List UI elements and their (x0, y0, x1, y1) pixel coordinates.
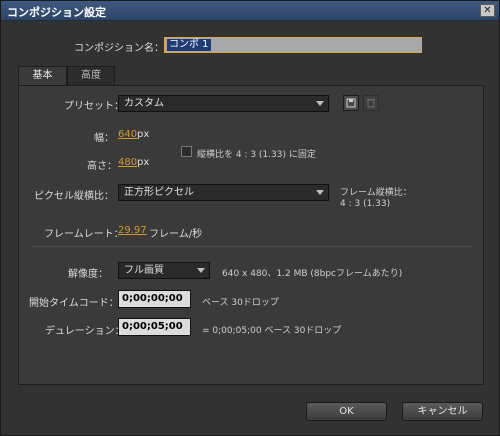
comp-name-label: コンポジション名： (74, 43, 164, 54)
comp-name-input[interactable]: コンポ 1 (164, 37, 422, 53)
resolution-value: フル画質 (124, 265, 164, 276)
lock-aspect-checkbox[interactable] (181, 146, 192, 157)
start-timecode-label: 開始タイムコード： (29, 298, 119, 309)
preset-value: カスタム (124, 98, 164, 109)
chevron-down-icon (197, 268, 205, 273)
duration-note: = 0;00;05;00 ベース 30ドロップ (202, 326, 342, 336)
dialog-title: コンポジション設定 (7, 6, 106, 19)
height-value[interactable]: 480 (118, 157, 137, 168)
start-timecode-note: ベース 30ドロップ (202, 298, 279, 308)
start-timecode-input[interactable]: 0;00;00;00 (118, 290, 191, 308)
ok-button[interactable]: OK (306, 402, 387, 421)
width-unit: px (137, 129, 150, 140)
pixel-aspect-value: 正方形ピクセル (124, 187, 194, 198)
frame-aspect-label: フレーム縦横比： (340, 188, 412, 198)
frame-rate-value[interactable]: 29.97 (118, 225, 147, 236)
preset-dropdown[interactable]: カスタム (118, 95, 329, 112)
divider (31, 246, 473, 247)
save-preset-icon[interactable] (343, 95, 359, 111)
height-unit: px (137, 157, 150, 168)
frame-rate-label: フレームレート： (44, 229, 124, 240)
delete-preset-icon[interactable] (363, 95, 379, 111)
pixel-aspect-label: ピクセル縦横比： (34, 191, 114, 202)
trash-icon (367, 99, 375, 108)
width-label: 幅： (94, 133, 114, 144)
resolution-dropdown[interactable]: フル画質 (118, 262, 210, 279)
frame-rate-unit: フレーム/秒 (149, 229, 203, 240)
chevron-down-icon (316, 101, 324, 106)
preset-label: プリセット： (64, 101, 124, 112)
close-icon[interactable]: ✕ (480, 4, 495, 17)
tab-advanced[interactable]: 高度 (67, 66, 115, 86)
duration-label: デュレーション： (45, 326, 125, 337)
cancel-button[interactable]: キャンセル (402, 402, 483, 421)
chevron-down-icon (316, 190, 324, 195)
tab-basic[interactable]: 基本 (18, 66, 67, 86)
height-label: 高さ： (87, 161, 117, 172)
composition-settings-dialog: コンポジション設定 ✕ コンポジション名： コンポ 1 基本 高度 プリセット：… (0, 0, 500, 436)
comp-name-value: コンポ 1 (167, 39, 211, 51)
floppy-icon (346, 98, 356, 108)
resolution-label: 解像度： (68, 269, 108, 280)
pixel-aspect-dropdown[interactable]: 正方形ピクセル (118, 184, 329, 201)
width-value[interactable]: 640 (118, 129, 137, 140)
duration-input[interactable]: 0;00;05;00 (118, 318, 191, 336)
resolution-info: 640 x 480、1.2 MB (8bpcフレームあたり) (222, 269, 403, 279)
frame-aspect-value: 4 : 3 (1.33) (340, 199, 391, 209)
title-bar[interactable]: コンポジション設定 ✕ (1, 1, 499, 21)
lock-aspect-label: 縦横比を 4 : 3 (1.33) に固定 (197, 150, 316, 160)
